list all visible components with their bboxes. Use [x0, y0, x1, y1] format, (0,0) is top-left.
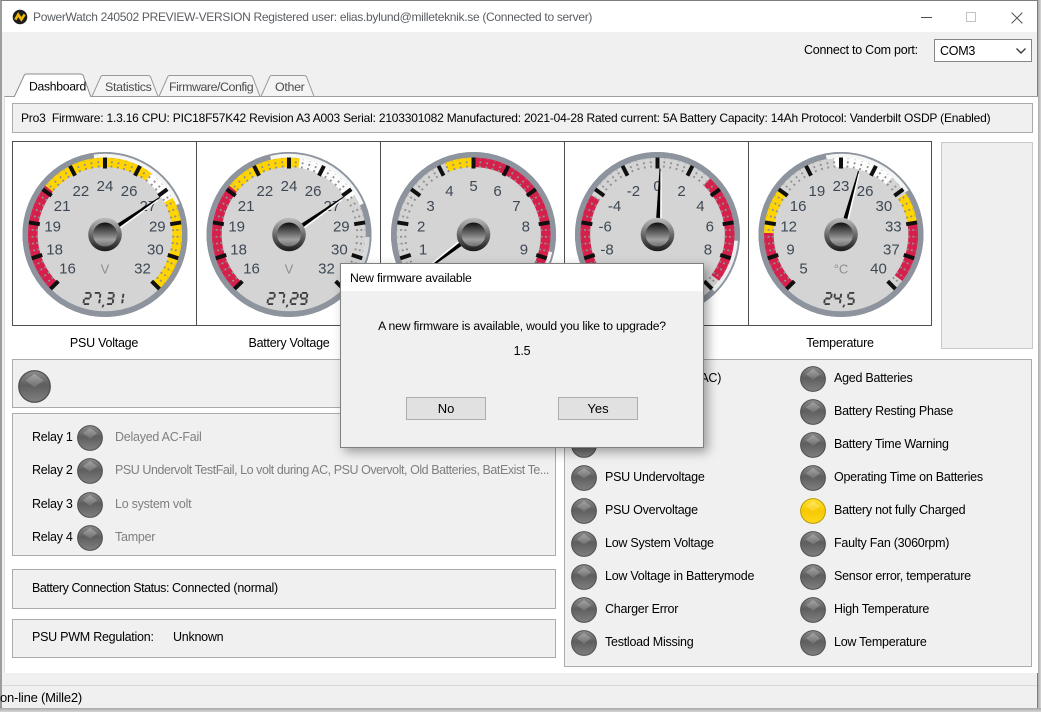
svg-text:-4: -4 [608, 198, 621, 215]
svg-text:8: 8 [704, 241, 712, 258]
svg-text:19: 19 [44, 219, 61, 236]
svg-text:32: 32 [318, 261, 335, 278]
svg-text:37: 37 [883, 241, 900, 258]
svg-text:2: 2 [417, 219, 425, 236]
svg-text:19: 19 [809, 183, 826, 200]
svg-text:33: 33 [885, 219, 902, 236]
svg-text:4: 4 [696, 198, 704, 215]
svg-text:19: 19 [228, 219, 245, 236]
svg-text:29: 29 [149, 219, 166, 236]
svg-text:22: 22 [73, 183, 90, 200]
svg-text:6: 6 [706, 219, 714, 236]
svg-text:26: 26 [121, 183, 138, 200]
svg-text:V: V [101, 262, 110, 277]
svg-text:Dashboard: Dashboard [29, 80, 86, 94]
svg-text:22: 22 [257, 183, 274, 200]
svg-text:29: 29 [333, 219, 350, 236]
svg-text:8: 8 [522, 219, 530, 236]
svg-text:16: 16 [790, 198, 807, 215]
svg-text:30: 30 [331, 241, 348, 258]
svg-text:26: 26 [305, 183, 322, 200]
svg-text:-8: -8 [600, 241, 613, 258]
svg-text:Other: Other [275, 80, 305, 94]
svg-text:23: 23 [833, 178, 850, 195]
svg-text:16: 16 [243, 261, 260, 278]
svg-text:2: 2 [677, 183, 685, 200]
svg-text:40: 40 [870, 261, 887, 278]
svg-text:18: 18 [46, 241, 63, 258]
svg-text:30: 30 [876, 198, 893, 215]
svg-text:6: 6 [493, 183, 501, 200]
svg-text:24: 24 [97, 178, 114, 195]
svg-text:Firmware/Config: Firmware/Config [169, 80, 254, 94]
svg-text:5: 5 [799, 261, 807, 278]
svg-text:26: 26 [857, 183, 874, 200]
svg-text:12: 12 [780, 219, 797, 236]
svg-text:21: 21 [238, 198, 255, 215]
svg-text:16: 16 [59, 261, 76, 278]
svg-text:4: 4 [445, 183, 453, 200]
svg-text:3: 3 [426, 198, 434, 215]
svg-text:24: 24 [281, 178, 298, 195]
svg-text:32: 32 [134, 261, 151, 278]
svg-text:7: 7 [512, 198, 520, 215]
svg-text:9: 9 [786, 241, 794, 258]
svg-text:V: V [285, 262, 294, 277]
svg-text:Statistics: Statistics [105, 80, 152, 94]
svg-text:1: 1 [419, 241, 427, 258]
svg-text:-2: -2 [627, 183, 640, 200]
svg-text:18: 18 [230, 241, 247, 258]
svg-text:0: 0 [653, 178, 661, 195]
svg-text:30: 30 [147, 241, 164, 258]
svg-text:9: 9 [520, 241, 528, 258]
svg-text:°C: °C [834, 262, 849, 277]
svg-text:21: 21 [54, 198, 71, 215]
svg-text:-6: -6 [599, 219, 612, 236]
svg-text:5: 5 [469, 178, 477, 195]
